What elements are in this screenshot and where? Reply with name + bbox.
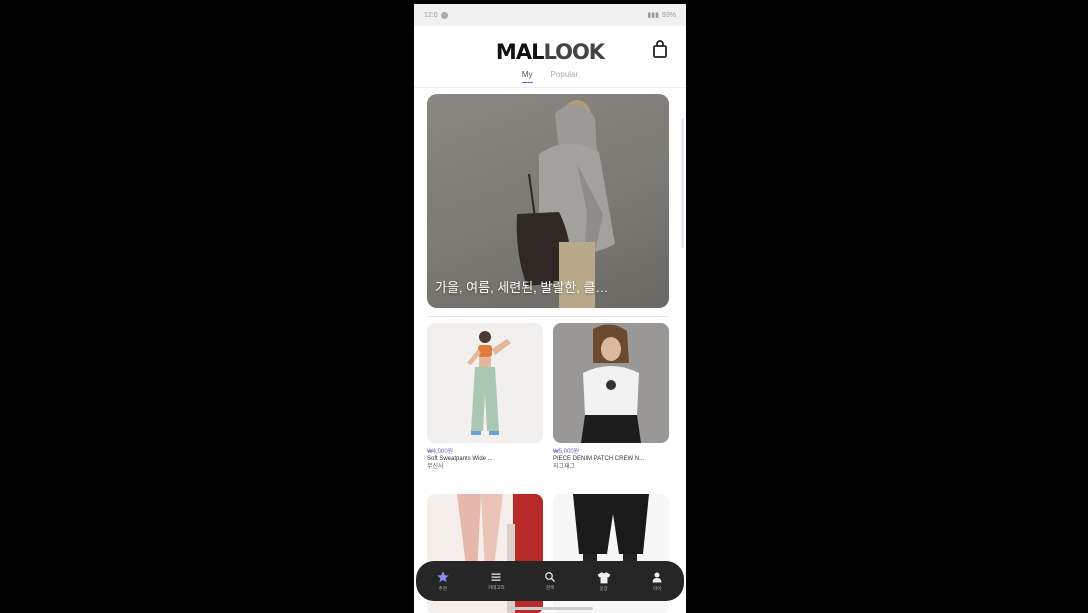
feed-tabs: My Popular	[414, 70, 686, 83]
product-title: PIECE DENIM PATCH CREW N...	[553, 456, 645, 462]
home-indicator[interactable]	[507, 607, 593, 610]
nav-item-closet[interactable]: 옷장	[584, 571, 624, 592]
product-image	[427, 323, 543, 443]
status-notification-icon	[440, 11, 448, 19]
nav-item-search[interactable]: 검색	[530, 571, 570, 591]
product-brand: 지그재그	[553, 464, 576, 470]
nav-item-my[interactable]: 마이	[637, 571, 677, 592]
menu-icon	[491, 573, 501, 581]
nav-item-category[interactable]: 카테고리	[476, 571, 516, 591]
product-title: Soft Sweatpants Wide ...	[427, 456, 493, 462]
hero-photo	[516, 100, 615, 308]
tshirt-icon	[597, 571, 610, 583]
app-header: MALLOOK My Popular	[414, 26, 686, 88]
tab-popular[interactable]: Popular	[551, 70, 579, 83]
product-card[interactable]: ₩5,000원 PIECE DENIM PATCH CREW N... 지그재그	[553, 323, 669, 471]
feed[interactable]: 가을, 여름, 세련된, 발랄한, 클… ₩4,000원 Soft Sweatp…	[414, 88, 686, 613]
star-icon	[436, 571, 449, 583]
phone-screen: 12:0 ▮▮▮ 93% MALLOOK My Popular 가을, 여름, …	[414, 4, 686, 613]
hero-caption: 가을, 여름, 세련된, 발랄한, 클…	[435, 280, 609, 295]
nav-item-recommend[interactable]: 추천	[423, 570, 463, 592]
status-time: 12:0	[424, 11, 438, 19]
tab-my[interactable]: My	[521, 70, 533, 83]
status-bar: 12:0 ▮▮▮ 93%	[414, 4, 686, 26]
hero-banner[interactable]: 가을, 여름, 세련된, 발랄한, 클…	[427, 94, 669, 308]
product-price: ₩5,000원	[553, 449, 580, 455]
bottom-nav: 추천 카테고리 검색 옷장 마이	[416, 561, 684, 601]
search-icon	[545, 572, 555, 582]
signal-icon: ▮▮▮	[647, 12, 659, 19]
product-price: ₩4,000원	[427, 449, 454, 455]
shopping-bag-icon[interactable]	[652, 40, 668, 58]
app-logo[interactable]: MALLOOK	[414, 40, 686, 64]
divider	[427, 316, 669, 317]
battery-text: 93%	[661, 11, 676, 19]
product-card[interactable]: ₩4,000원 Soft Sweatpants Wide ... 무신사	[427, 323, 543, 471]
product-image	[553, 323, 669, 443]
scrollbar[interactable]	[681, 118, 684, 248]
person-icon	[652, 572, 662, 582]
product-brand: 무신사	[427, 464, 444, 470]
